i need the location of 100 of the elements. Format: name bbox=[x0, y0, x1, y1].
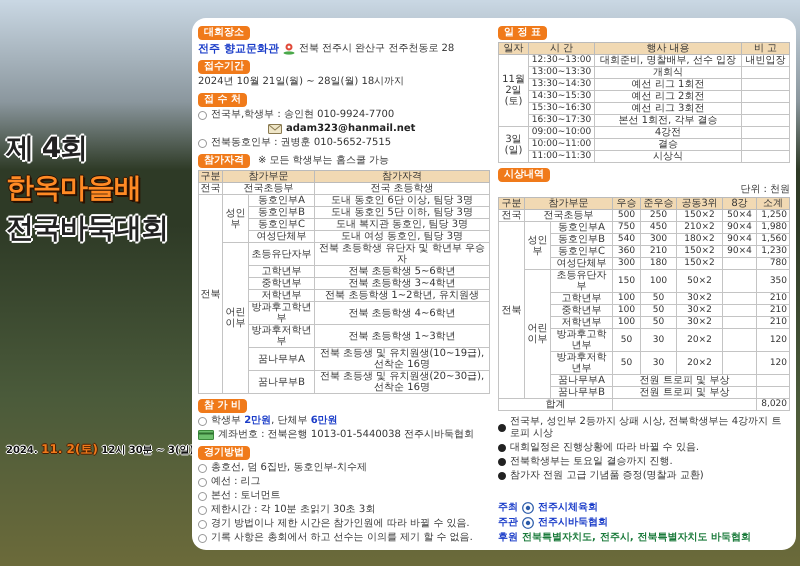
table-cell: 300 bbox=[612, 258, 640, 270]
table-cell: 1,250 bbox=[756, 210, 790, 222]
table-cell: 120 bbox=[756, 352, 790, 374]
table-cell: 8,020 bbox=[756, 398, 790, 410]
table-cell: 180 bbox=[640, 258, 676, 270]
note-text: 전북학생부는 토요일 결승까지 진행. bbox=[510, 456, 673, 468]
table-cell: 12:30~13:00 bbox=[528, 54, 594, 66]
table-cell: 동호인부B bbox=[550, 234, 612, 246]
emblem-icon bbox=[522, 517, 534, 529]
table-cell: 500 bbox=[612, 210, 640, 222]
bullet-icon bbox=[498, 458, 506, 466]
table-cell: 어린이부 bbox=[524, 270, 550, 398]
table-cell: 동호인부C bbox=[248, 218, 314, 230]
table-cell: 14:30~15:30 bbox=[528, 90, 594, 102]
table-cell: 전국초등부 bbox=[222, 182, 314, 194]
table-cell: 300 bbox=[640, 234, 676, 246]
table-cell: 780 bbox=[756, 258, 790, 270]
rule-text: 제한시간 : 각 10분 초읽기 30초 3회 bbox=[211, 504, 376, 516]
table-cell: 90×4 bbox=[722, 234, 756, 246]
table-cell: 도내 동호인 6단 이상, 팀당 3명 bbox=[314, 194, 490, 206]
table-cell: 성인부 bbox=[524, 222, 550, 270]
rule-text: 기록 사항은 총회에서 하고 선수는 이의를 제기 할 수 없음. bbox=[211, 532, 473, 544]
column-header: 행사 내용 bbox=[594, 42, 742, 54]
table-cell: 210 bbox=[756, 292, 790, 304]
envelope-icon bbox=[268, 123, 282, 135]
table-cell: 방과후고학년부 bbox=[550, 328, 612, 352]
table-cell: 50 bbox=[640, 316, 676, 328]
table-cell: 본선 1회전, 각부 결승 bbox=[594, 114, 742, 126]
rule-text: 경기 방법이나 제한 시간은 참가인원에 따라 바뀔 수 있음. bbox=[211, 518, 470, 530]
organizer-name: 전북특별자치도, bbox=[522, 532, 596, 544]
emblem-icon bbox=[522, 502, 534, 514]
table-cell: 100 bbox=[612, 292, 640, 304]
bullet-icon bbox=[198, 520, 207, 528]
table-cell: 전국초등부 bbox=[524, 210, 612, 222]
bullet-icon bbox=[198, 534, 207, 542]
table-cell: 100 bbox=[612, 304, 640, 316]
table-cell: 전북 초등학생 1~2학년, 유치원생 bbox=[314, 290, 490, 302]
table-cell: 120 bbox=[756, 328, 790, 352]
table-cell: 150×2 bbox=[676, 210, 722, 222]
table-cell: 1,230 bbox=[756, 246, 790, 258]
column-header: 우승 bbox=[612, 198, 640, 210]
table-cell: 50×2 bbox=[676, 270, 722, 292]
table-cell: 50 bbox=[640, 292, 676, 304]
section-heading: 경기방법 bbox=[198, 446, 250, 460]
table-cell: 750 bbox=[612, 222, 640, 234]
table-cell: 결승 bbox=[594, 138, 742, 150]
table-cell: 방과후저학년부 bbox=[248, 324, 314, 348]
poster-title: 제 4회 bbox=[6, 130, 88, 166]
table-cell: 4강전 bbox=[594, 126, 742, 138]
note-text: 전국부, 성인부 2등까지 상패 시상, 전북학생부는 4강까지 트로피 시상 bbox=[510, 416, 782, 440]
organizer-name: 전주시체육회 bbox=[538, 502, 598, 514]
table-cell: 도내 복지관 동호인, 팀당 3명 bbox=[314, 218, 490, 230]
table-cell: 동호인부C bbox=[550, 246, 612, 258]
column-header: 구분 bbox=[198, 170, 222, 182]
table-cell: 여성단체부 bbox=[248, 230, 314, 242]
bullet-icon bbox=[198, 506, 207, 514]
table-cell: 30×2 bbox=[676, 304, 722, 316]
note-text: 참가자 전원 고급 기념품 증정(명찰과 교환) bbox=[510, 470, 704, 482]
table-cell: 전국 bbox=[498, 210, 524, 222]
table-cell: 초등유단자부 bbox=[248, 242, 314, 266]
bullet-icon bbox=[498, 472, 506, 480]
column-header: 참가자격 bbox=[314, 170, 490, 182]
table-cell: 방과후저학년부 bbox=[550, 352, 612, 374]
email-address[interactable]: adam323@hanmail.net bbox=[286, 123, 416, 135]
table-cell: 합계 bbox=[498, 398, 612, 410]
column-header: 구분 bbox=[498, 198, 524, 210]
fee-text: 계좌번호 : 전북은행 1013-01-5440038 전주시바둑협회 bbox=[218, 429, 474, 441]
fee-text: 학생부 2만원, 단체부 6만원 bbox=[211, 415, 338, 427]
bank-card-icon bbox=[198, 430, 214, 440]
table-cell: 210 bbox=[640, 246, 676, 258]
table-cell: 중학년부 bbox=[248, 278, 314, 290]
column-header: 일자 bbox=[498, 42, 528, 54]
table-cell: 고학년부 bbox=[550, 292, 612, 304]
table-cell: 50 bbox=[612, 328, 640, 352]
rule-text: 예선 : 리그 bbox=[211, 476, 261, 488]
table-cell: 30 bbox=[640, 328, 676, 352]
unit-label: 단위 : 천원 bbox=[740, 184, 790, 195]
table-cell: 동호인부A bbox=[248, 194, 314, 206]
section-heading: 일 정 표 bbox=[498, 26, 547, 40]
table-cell: 여성단체부 bbox=[550, 258, 612, 270]
rule-text: 본선 : 토너먼트 bbox=[211, 490, 281, 502]
table-cell: 중학년부 bbox=[550, 304, 612, 316]
table-cell: 13:30~14:30 bbox=[528, 78, 594, 90]
table-cell: 540 bbox=[612, 234, 640, 246]
table-cell: 100 bbox=[640, 270, 676, 292]
contact-text: 전국부,학생부 : 송인현 010-9924-7700 bbox=[211, 109, 394, 121]
table-cell: 동호인부A bbox=[550, 222, 612, 234]
table-cell: 도내 동호인 5단 이하, 팀당 3명 bbox=[314, 206, 490, 218]
section-heading: 접 수 처 bbox=[198, 93, 247, 107]
organizer-name: 전주시바둑협회 bbox=[538, 517, 608, 529]
table-cell: 50 bbox=[612, 352, 640, 374]
column-header: 시 간 bbox=[528, 42, 594, 54]
table-cell: 성인부 bbox=[222, 194, 248, 242]
table-cell: 11월 2일 (토) bbox=[498, 54, 528, 126]
table-cell: 예선 리그 1회전 bbox=[594, 78, 742, 90]
table-cell: 20×2 bbox=[676, 352, 722, 374]
table-cell: 90×4 bbox=[722, 222, 756, 234]
table-cell: 시상식 bbox=[594, 150, 742, 162]
table-cell: 전국 초등학생 bbox=[314, 182, 490, 194]
poster-title: 전국바둑대회 bbox=[6, 210, 168, 246]
